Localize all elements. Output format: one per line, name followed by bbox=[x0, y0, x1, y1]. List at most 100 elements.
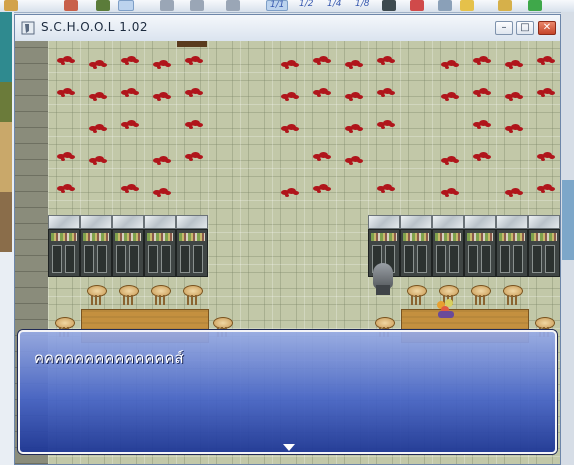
tool-icon[interactable] bbox=[96, 0, 110, 11]
blood-stain bbox=[505, 59, 525, 69]
down-arrow-icon[interactable] bbox=[283, 444, 295, 451]
blood-stain bbox=[121, 87, 141, 97]
blood-stain bbox=[153, 155, 173, 165]
tool-icon[interactable] bbox=[64, 0, 78, 11]
bookshelf bbox=[112, 215, 144, 277]
window-title: S.C.H.O.O.L 1.02 bbox=[41, 20, 149, 34]
tool-icon[interactable] bbox=[226, 0, 240, 11]
blood-stain bbox=[505, 123, 525, 133]
bookshelf bbox=[80, 215, 112, 277]
blood-stain bbox=[57, 183, 77, 193]
blood-stain bbox=[153, 91, 173, 101]
blood-stain bbox=[185, 151, 205, 161]
layers-icon[interactable] bbox=[382, 0, 396, 11]
game-screen[interactable]: คคคคคคคคคคคคคคส์ bbox=[15, 41, 560, 464]
stool bbox=[183, 285, 203, 307]
bookshelf bbox=[528, 215, 560, 277]
blood-stain bbox=[313, 55, 333, 65]
blood-stain bbox=[345, 91, 365, 101]
stool bbox=[151, 285, 171, 307]
blood-stain bbox=[377, 55, 397, 65]
blood-stain bbox=[377, 183, 397, 193]
blood-stain bbox=[537, 87, 557, 97]
blood-stain bbox=[281, 123, 301, 133]
editor-toolbar: 1/1 1/2 1/4 1/8 bbox=[0, 0, 574, 13]
blood-stain bbox=[441, 59, 461, 69]
bookshelf bbox=[48, 215, 80, 277]
blood-stain bbox=[57, 151, 77, 161]
zoom-1-2-button[interactable]: 1/2 bbox=[296, 0, 316, 11]
tool-icon[interactable] bbox=[438, 0, 452, 11]
blood-stain bbox=[345, 123, 365, 133]
zoom-1-1-button[interactable]: 1/1 bbox=[266, 0, 288, 11]
blood-stain bbox=[537, 55, 557, 65]
blood-stain bbox=[89, 59, 109, 69]
bookshelf bbox=[432, 215, 464, 277]
blood-stain bbox=[185, 87, 205, 97]
bookshelf bbox=[400, 215, 432, 277]
blood-stain bbox=[345, 155, 365, 165]
blood-stain bbox=[153, 59, 173, 69]
blood-stain bbox=[185, 55, 205, 65]
tool-icon[interactable] bbox=[460, 0, 474, 11]
blood-stain bbox=[89, 91, 109, 101]
tileset-preview bbox=[0, 12, 12, 82]
blood-stain bbox=[345, 59, 365, 69]
blood-stain bbox=[281, 59, 301, 69]
blood-stain bbox=[473, 151, 493, 161]
bookshelf bbox=[464, 215, 496, 277]
tileset-preview bbox=[562, 180, 574, 260]
zoom-label: 1/4 bbox=[327, 0, 342, 9]
blood-stain bbox=[537, 151, 557, 161]
bookshelf bbox=[496, 215, 528, 277]
stool bbox=[407, 285, 427, 307]
blood-stain bbox=[57, 55, 77, 65]
blood-stain bbox=[121, 183, 141, 193]
undo-icon[interactable] bbox=[118, 0, 134, 11]
blood-stain bbox=[377, 87, 397, 97]
event-icon[interactable] bbox=[410, 0, 424, 11]
blood-stain bbox=[505, 91, 525, 101]
script-icon[interactable] bbox=[498, 0, 512, 11]
blood-stain bbox=[441, 155, 461, 165]
player-character bbox=[371, 263, 395, 295]
tileset-preview bbox=[0, 82, 12, 122]
bookshelf bbox=[144, 215, 176, 277]
message-box[interactable]: คคคคคคคคคคคคคคส์ bbox=[18, 330, 557, 454]
stool bbox=[471, 285, 491, 307]
tileset-preview bbox=[0, 192, 12, 252]
app-icon bbox=[21, 21, 35, 35]
blood-stain bbox=[473, 87, 493, 97]
blood-stain bbox=[313, 151, 333, 161]
blood-stain bbox=[505, 187, 525, 197]
stool bbox=[119, 285, 139, 307]
play-icon[interactable] bbox=[528, 0, 542, 11]
zoom-1-8-button[interactable]: 1/8 bbox=[352, 0, 372, 11]
tileset-preview bbox=[0, 122, 12, 192]
zoom-1-4-button[interactable]: 1/4 bbox=[324, 0, 344, 11]
zoom-label: 1/2 bbox=[299, 0, 314, 9]
maximize-icon: □ bbox=[520, 22, 530, 33]
blood-stain bbox=[473, 119, 493, 129]
blood-stain bbox=[89, 123, 109, 133]
maximize-button[interactable]: □ bbox=[516, 21, 534, 35]
zoom-label: 1/8 bbox=[355, 0, 370, 9]
blood-stain bbox=[121, 119, 141, 129]
title-bar[interactable]: S.C.H.O.O.L 1.02 – □ ✕ bbox=[15, 15, 560, 42]
tool-icon[interactable] bbox=[190, 0, 204, 11]
minimize-button[interactable]: – bbox=[495, 21, 513, 35]
tool-icon[interactable] bbox=[160, 0, 174, 11]
stool bbox=[503, 285, 523, 307]
flower-pot bbox=[435, 299, 457, 319]
blood-stain bbox=[57, 87, 77, 97]
minimize-icon: – bbox=[501, 22, 507, 33]
tool-icon[interactable] bbox=[4, 0, 18, 11]
blood-stain bbox=[185, 119, 205, 129]
blood-stain bbox=[121, 55, 141, 65]
doorway bbox=[177, 41, 207, 47]
blood-stain bbox=[89, 155, 109, 165]
blood-stain bbox=[313, 183, 333, 193]
close-icon: ✕ bbox=[542, 22, 552, 33]
close-button[interactable]: ✕ bbox=[538, 21, 556, 35]
blood-stain bbox=[153, 187, 173, 197]
